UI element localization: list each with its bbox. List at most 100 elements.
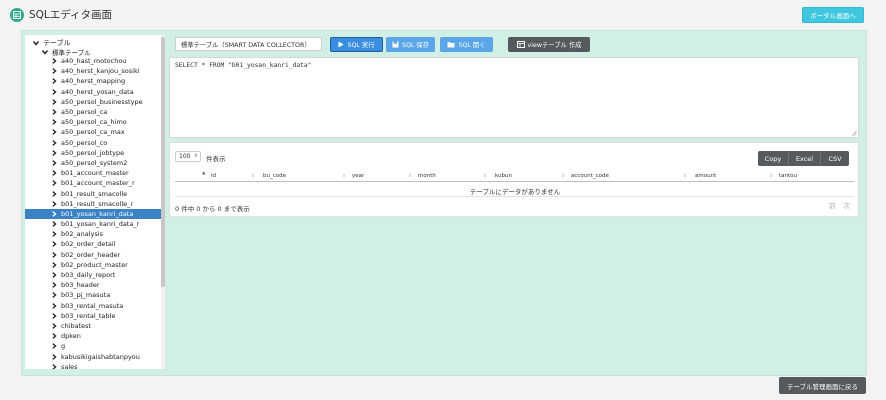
copy-button[interactable]: Copy bbox=[758, 151, 789, 166]
tree-group-node[interactable]: 標準テーブル bbox=[41, 47, 91, 57]
tree-item[interactable]: a50_persol_ca bbox=[25, 107, 161, 117]
tree-item[interactable]: b02_analysis bbox=[25, 229, 161, 239]
tree-item[interactable]: b02_product_master bbox=[25, 260, 161, 270]
tree-item[interactable]: b02_order_detail bbox=[25, 239, 161, 249]
tree-item-label: b03_rental_masuta bbox=[61, 301, 124, 310]
tree-item[interactable]: dpken bbox=[25, 331, 161, 341]
sql-run-button[interactable]: SQL 実行 bbox=[330, 37, 383, 52]
sort-asc-icon: ▲ bbox=[202, 171, 206, 176]
chevron-right-icon[interactable] bbox=[50, 98, 58, 106]
tree-item-label: b01_yosan_kanri_data_r bbox=[61, 220, 140, 229]
tree-item[interactable]: chibatest bbox=[25, 321, 161, 331]
tree-item[interactable]: b03_rental_table bbox=[25, 311, 161, 321]
sort-icon: ⇕ bbox=[561, 173, 565, 179]
tree-item-label: a50_persol_businesstype bbox=[61, 97, 143, 106]
chevron-right-icon[interactable] bbox=[50, 281, 58, 289]
page-length-select[interactable]: 100 ⇕ bbox=[175, 151, 201, 162]
tree-item[interactable]: a50_persol_system2 bbox=[25, 158, 161, 168]
csv-button[interactable]: CSV bbox=[821, 151, 849, 166]
prev-page-button[interactable]: 前 bbox=[829, 200, 836, 210]
tree-item[interactable]: a40_herst_mapping bbox=[25, 76, 161, 86]
tree-item-label: a40_herst_yosan_data bbox=[61, 87, 134, 96]
tree-item[interactable]: b01_account_master_r bbox=[25, 178, 161, 188]
sort-icon: ⇕ bbox=[251, 173, 255, 179]
column-header-account-code[interactable]: ⇕ account_code bbox=[561, 170, 609, 182]
chevron-right-icon[interactable] bbox=[50, 312, 58, 320]
chevron-right-icon[interactable] bbox=[50, 179, 58, 187]
tree-item[interactable]: b03_header bbox=[25, 280, 161, 290]
chevron-right-icon[interactable] bbox=[50, 190, 58, 198]
tree-item[interactable]: a50_persol_co bbox=[25, 138, 161, 148]
chevron-right-icon[interactable] bbox=[50, 230, 58, 238]
sql-open-button[interactable]: SQL 開く bbox=[440, 37, 493, 52]
chevron-right-icon[interactable] bbox=[50, 302, 58, 310]
tree-scrollbar-thumb[interactable] bbox=[161, 37, 165, 287]
tree-item[interactable]: b03_pj_masuta bbox=[25, 290, 161, 300]
tree-item[interactable]: a50_persol_businesstype bbox=[25, 97, 161, 107]
table-source-select[interactable]: 標準テーブル（SMART DATA COLLECTOR） bbox=[175, 37, 322, 51]
tree-item[interactable]: b01_account_master bbox=[25, 168, 161, 178]
tree-item[interactable]: g bbox=[25, 341, 161, 351]
chevron-right-icon[interactable] bbox=[50, 159, 58, 167]
portal-button[interactable]: ポータル画面へ bbox=[802, 7, 864, 23]
tree-item[interactable]: a40_herst_yosan_data bbox=[25, 87, 161, 97]
tree-item[interactable]: a40_hast_motochou bbox=[25, 56, 161, 66]
column-header-month[interactable]: ⇕ month bbox=[408, 170, 436, 182]
chevron-right-icon[interactable] bbox=[50, 291, 58, 299]
column-header-bu-code[interactable]: ⇕ bu_code bbox=[251, 170, 286, 182]
tree-item[interactable]: a50_persol_ca_himo bbox=[25, 117, 161, 127]
chevron-right-icon[interactable] bbox=[50, 67, 58, 75]
sql-save-button[interactable]: SQL 保存 bbox=[386, 37, 435, 52]
sort-icon: ⇕ bbox=[483, 173, 487, 179]
excel-button[interactable]: Excel bbox=[789, 151, 821, 166]
chevron-right-icon[interactable] bbox=[50, 332, 58, 340]
chevron-right-icon[interactable] bbox=[50, 261, 58, 269]
chevron-right-icon[interactable] bbox=[50, 342, 58, 350]
chevron-right-icon[interactable] bbox=[50, 220, 58, 228]
chevron-right-icon[interactable] bbox=[50, 149, 58, 157]
tree-item[interactable]: a50_persol_ca_max bbox=[25, 127, 161, 137]
tree-item[interactable]: sales bbox=[25, 362, 161, 369]
tree-group-label: 標準テーブル bbox=[52, 48, 91, 57]
chevron-right-icon[interactable] bbox=[50, 88, 58, 96]
tree-item[interactable]: b03_daily_report bbox=[25, 270, 161, 280]
column-header-kubun[interactable]: ⇕ kubun bbox=[483, 170, 512, 182]
column-header-id[interactable]: ▲ id bbox=[202, 170, 216, 182]
next-page-button[interactable]: 次 bbox=[844, 200, 851, 210]
tree-item[interactable]: a40_herst_kanjou_sosiki bbox=[25, 66, 161, 76]
chevron-right-icon[interactable] bbox=[50, 128, 58, 136]
back-to-table-management-button[interactable]: テーブル管理画面に戻る bbox=[779, 377, 866, 394]
tree-item[interactable]: b01_result_smacolle_r bbox=[25, 199, 161, 209]
column-header-year[interactable]: ⇕ year bbox=[342, 170, 364, 182]
table-tree[interactable]: テーブル 標準テーブル a40_hast_motochou a40_herst_k… bbox=[25, 35, 165, 369]
tree-scrollbar[interactable] bbox=[161, 35, 165, 369]
column-header-amount[interactable]: ⇕ amount bbox=[683, 170, 716, 182]
tree-item[interactable]: b01_yosan_kanri_data bbox=[25, 208, 161, 219]
chevron-right-icon[interactable] bbox=[50, 139, 58, 147]
resize-grip-icon[interactable] bbox=[851, 130, 857, 136]
chevron-right-icon[interactable] bbox=[50, 240, 58, 248]
chevron-right-icon[interactable] bbox=[50, 251, 58, 259]
tree-item[interactable]: b01_result_smacolle bbox=[25, 188, 161, 198]
chevron-right-icon[interactable] bbox=[50, 353, 58, 361]
chevron-right-icon[interactable] bbox=[50, 169, 58, 177]
create-view-table-button[interactable]: viewテーブル 作成 bbox=[508, 37, 590, 52]
chevron-right-icon[interactable] bbox=[50, 77, 58, 85]
tree-item[interactable]: b03_rental_masuta bbox=[25, 301, 161, 311]
sql-open-label: SQL 開く bbox=[458, 42, 486, 49]
sql-editor[interactable]: SELECT * FROM "b01_yosan_kanri_data" bbox=[169, 57, 859, 138]
chevron-right-icon[interactable] bbox=[50, 200, 58, 208]
chevron-right-icon[interactable] bbox=[50, 118, 58, 126]
tree-item[interactable]: b01_yosan_kanri_data_r bbox=[25, 219, 161, 229]
tree-item[interactable]: kabusikigaishabtanpyou bbox=[25, 351, 161, 361]
chevron-right-icon[interactable] bbox=[50, 108, 58, 116]
chevron-right-icon[interactable] bbox=[50, 322, 58, 330]
chevron-right-icon[interactable] bbox=[50, 57, 58, 65]
tree-item[interactable]: b02_order_header bbox=[25, 250, 161, 260]
chevron-right-icon[interactable] bbox=[50, 363, 58, 369]
tree-item[interactable]: a50_persol_jobtype bbox=[25, 148, 161, 158]
column-header-tantou[interactable]: ⇕ tantou bbox=[769, 170, 797, 182]
chevron-right-icon[interactable] bbox=[50, 271, 58, 279]
tree-item-label: b01_account_master bbox=[61, 169, 129, 178]
chevron-right-icon[interactable] bbox=[50, 210, 58, 218]
